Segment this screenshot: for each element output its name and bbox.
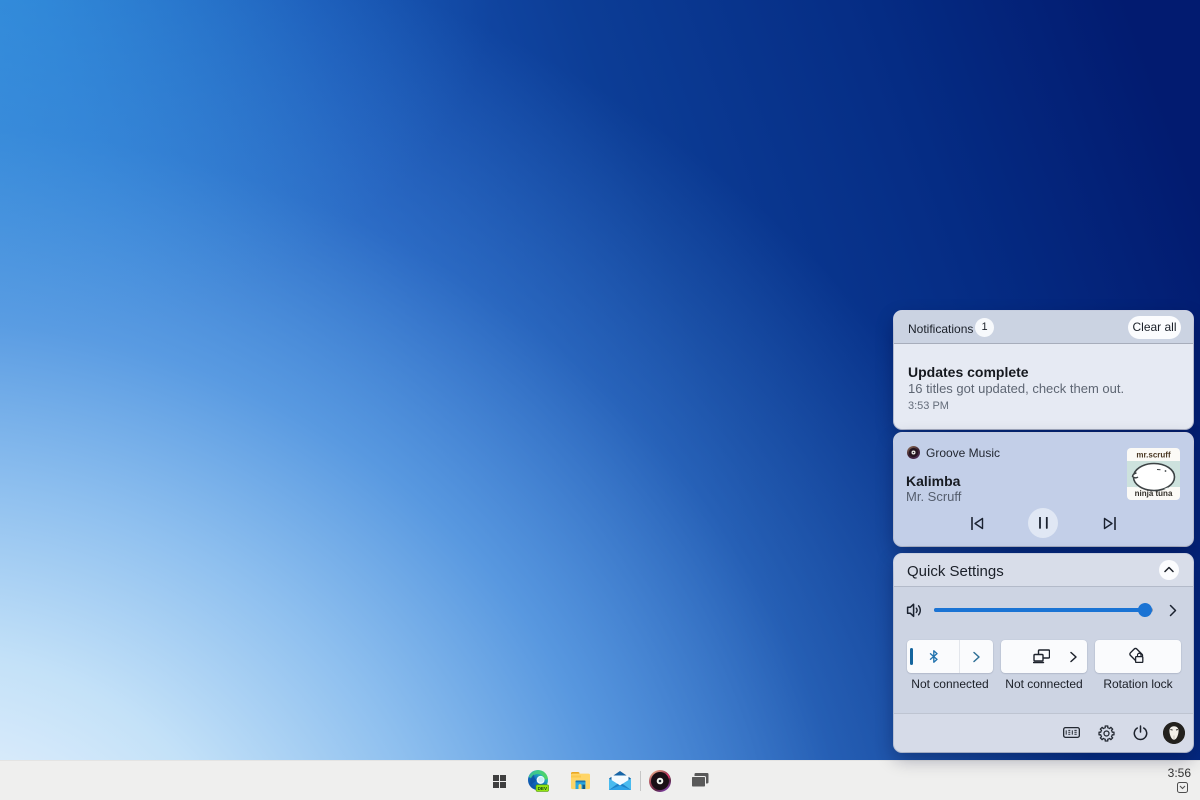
svg-text:mr.scruff: mr.scruff <box>1136 451 1171 460</box>
svg-text:ninja tuna: ninja tuna <box>1135 489 1173 498</box>
svg-text:DEV: DEV <box>538 786 548 791</box>
